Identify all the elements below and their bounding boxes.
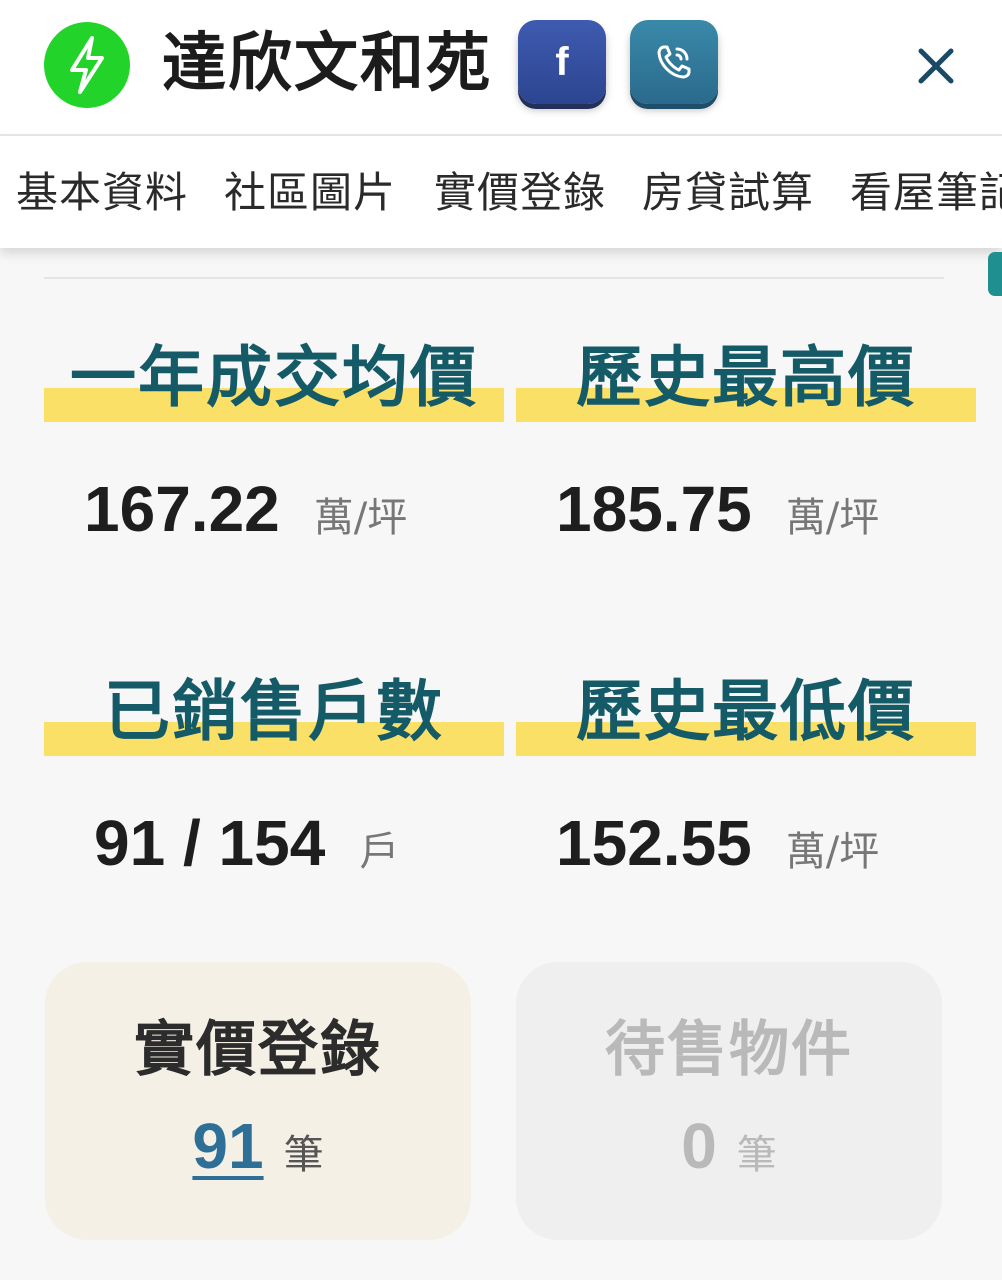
tab-real-price[interactable]: 實價登錄 xyxy=(434,166,606,220)
max-price-number: 185.75 xyxy=(556,473,752,545)
facebook-button[interactable]: f xyxy=(518,20,606,104)
tab-viewing-notes[interactable]: 看屋筆記 xyxy=(850,166,1002,220)
min-price-label: 歷史最低價 xyxy=(516,670,976,760)
avg-price-value: 167.22 萬/坪 xyxy=(84,474,407,544)
min-price-label-text: 歷史最低價 xyxy=(576,673,916,750)
min-price-unit: 萬/坪 xyxy=(785,829,880,875)
sold-units-label: 已銷售戶數 xyxy=(44,670,504,760)
tab-bar: 基本資料 社區圖片 實價登錄 房貸試算 看屋筆記 xyxy=(0,136,1002,248)
real-price-card-title: 實價登錄 xyxy=(134,1015,382,1085)
scroll-indicator xyxy=(988,252,1002,296)
app-header: 達欣文和苑 f xyxy=(0,0,1002,136)
avg-price-unit: 萬/坪 xyxy=(313,495,408,541)
phone-button[interactable] xyxy=(630,20,718,104)
tab-community-photos[interactable]: 社區圖片 xyxy=(224,166,396,220)
min-price-value: 152.55 萬/坪 xyxy=(556,808,879,878)
avg-price-label-text: 一年成交均價 xyxy=(70,339,478,416)
sold-units-unit: 戶 xyxy=(359,829,400,875)
max-price-label-text: 歷史最高價 xyxy=(576,339,916,416)
for-sale-card: 待售物件 0筆 xyxy=(516,962,942,1240)
phone-call-icon xyxy=(657,45,691,79)
min-price-number: 152.55 xyxy=(556,807,752,879)
facebook-icon: f xyxy=(555,39,569,84)
sold-units-label-text: 已銷售戶數 xyxy=(104,673,444,750)
max-price-unit: 萬/坪 xyxy=(785,495,880,541)
page-title: 達欣文和苑 xyxy=(162,27,492,101)
for-sale-card-title: 待售物件 xyxy=(605,1015,853,1085)
lightning-bolt-icon xyxy=(44,22,130,108)
real-price-card[interactable]: 實價登錄 91 筆 xyxy=(45,962,471,1240)
for-sale-count-unit: 筆 xyxy=(736,1132,777,1178)
tab-mortgage-calculator[interactable]: 房貸試算 xyxy=(642,166,814,220)
real-price-count-link[interactable]: 91 xyxy=(192,1110,263,1182)
sold-units-value: 91 / 154 戶 xyxy=(94,808,399,878)
sold-units-number: 91 / 154 xyxy=(94,807,326,879)
real-price-card-count: 91 筆 xyxy=(45,1110,471,1199)
divider xyxy=(44,277,944,279)
close-button[interactable] xyxy=(906,36,966,96)
real-price-count-unit: 筆 xyxy=(283,1132,324,1178)
for-sale-count: 0 xyxy=(681,1110,717,1182)
max-price-label: 歷史最高價 xyxy=(516,336,976,426)
close-icon xyxy=(918,48,954,84)
avg-price-label: 一年成交均價 xyxy=(44,336,504,426)
avg-price-number: 167.22 xyxy=(84,473,280,545)
tab-basic-info[interactable]: 基本資料 xyxy=(16,166,188,220)
max-price-value: 185.75 萬/坪 xyxy=(556,474,879,544)
for-sale-card-count: 0筆 xyxy=(516,1110,942,1199)
